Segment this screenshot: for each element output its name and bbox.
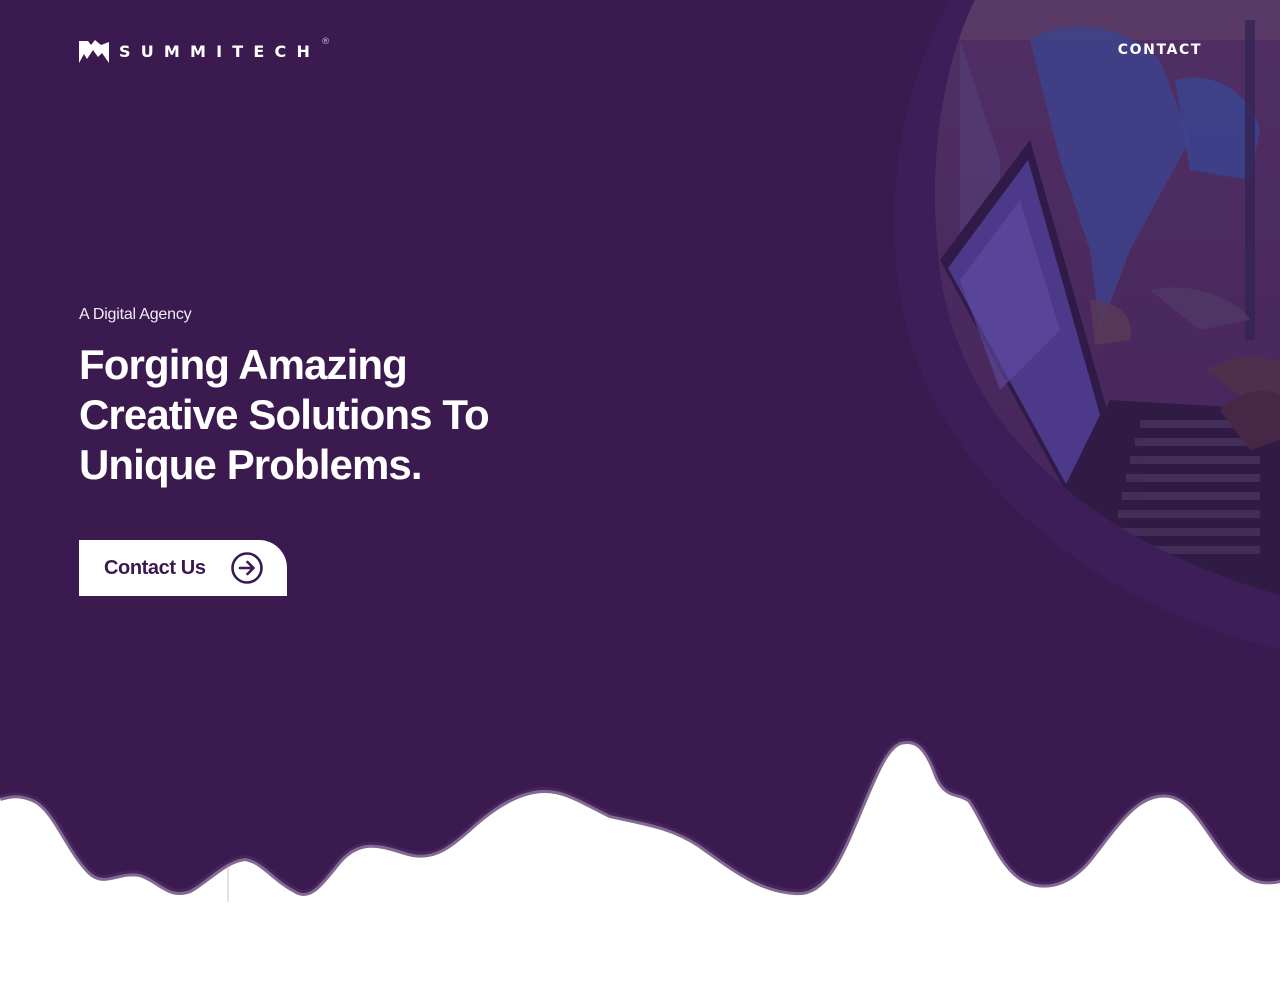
- headline-line: Creative Solutions To: [79, 391, 490, 438]
- contact-us-label: Contact Us: [104, 557, 206, 579]
- hero-headline: Forging Amazing Creative Solutions To Un…: [79, 340, 599, 490]
- logo[interactable]: SUMMITECH ®: [79, 37, 339, 64]
- arrow-right-circle-icon: [230, 551, 264, 585]
- laptop-photo: [894, 0, 1280, 650]
- headline-line: Forging Amazing: [79, 341, 408, 388]
- headline-line: Unique Problems.: [79, 441, 423, 488]
- registered-mark: ®: [321, 37, 331, 47]
- nav-contact-link[interactable]: CONTACT: [1118, 42, 1202, 58]
- logo-wordmark: SUMMITECH: [119, 41, 321, 61]
- mountain-logo-icon: [79, 40, 109, 63]
- hero-eyebrow: A Digital Agency: [79, 306, 192, 323]
- site-header: SUMMITECH ® CONTACT: [0, 0, 1280, 100]
- hero-section: SUMMITECH ® CONTACT A Digital Agency For…: [0, 0, 1280, 1000]
